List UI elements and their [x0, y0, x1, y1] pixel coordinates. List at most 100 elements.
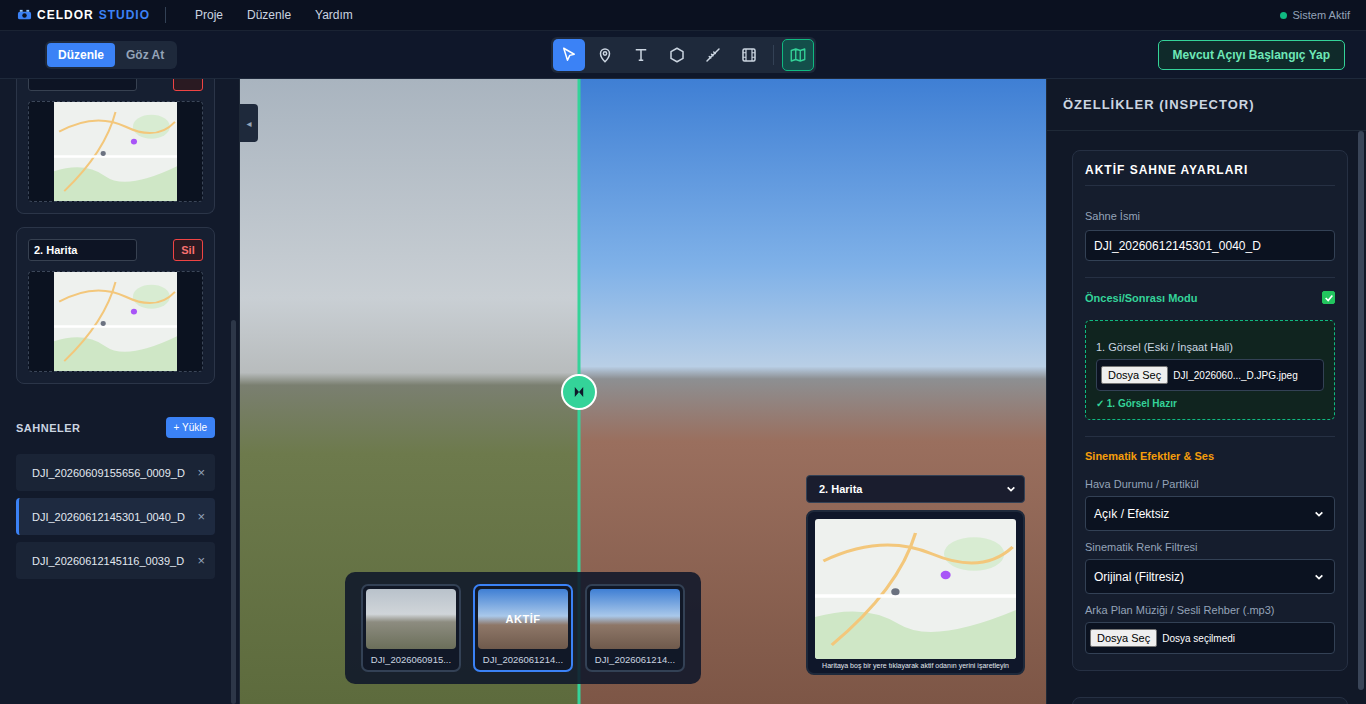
pin-icon — [596, 46, 614, 64]
menu-item[interactable]: Proje — [195, 8, 223, 22]
weather-select[interactable]: Açık / Efektsiz — [1085, 496, 1335, 531]
chevron-down-icon — [1314, 572, 1324, 582]
file-name: Dosya seçilmedi — [1162, 633, 1235, 644]
collapse-sidebar-button[interactable]: ◂ — [240, 104, 258, 142]
inspector-header: ÖZELLİKLER (INSPECTOR) — [1047, 79, 1366, 131]
field-label: Sinematik Renk Filtresi — [1085, 541, 1335, 554]
hexagon-icon — [668, 46, 686, 64]
left-sidebar: 2. Harita Sil SAHNELER + Yükle DJI_202606091… — [0, 79, 240, 704]
status-text: Sistem Aktif — [1293, 9, 1350, 21]
scenes-title: SAHNELER — [16, 422, 81, 434]
compare-mode-label: Öncesi/Sonrası Modu — [1085, 292, 1197, 304]
chevron-down-icon — [1314, 509, 1324, 519]
file-name: DJI_2026060..._D.JPG.jpeg — [1173, 370, 1298, 381]
drone-logo-icon — [17, 8, 32, 23]
mode-button[interactable]: Düzenle — [47, 43, 115, 67]
toolbar: DüzenleGöz At Mevcut Açıyı Başlangıç Yap — [0, 31, 1366, 79]
delete-map-button[interactable] — [173, 79, 203, 91]
choose-file-button[interactable]: Dosya Seç — [1101, 366, 1168, 384]
scene-list: DJI_20260609155656_0009_D×DJI_2026061214… — [16, 454, 215, 579]
map-image — [54, 272, 177, 371]
before-image-box: 1. Görsel (Eski / İnşaat Hali)Dosya SeçD… — [1085, 320, 1335, 420]
thumbnail-label: DJI_2026061214... — [595, 654, 675, 667]
scene-name-input[interactable]: DJI_20260612145301_0040_D — [1085, 230, 1335, 261]
compare-handle[interactable] — [561, 374, 597, 410]
tool-button[interactable] — [553, 39, 585, 71]
compare-mode-checkbox[interactable] — [1322, 291, 1335, 304]
select-value: Orijinal (Filtresiz) — [1094, 570, 1184, 584]
field-label: Hava Durumu / Partikül — [1085, 478, 1335, 491]
tool-button[interactable] — [733, 39, 765, 71]
film-icon — [740, 46, 758, 64]
map-select-value: 2. Harita — [819, 483, 862, 495]
scrollbar[interactable] — [1356, 131, 1366, 704]
scene-item[interactable]: DJI_20260612145116_0039_D × — [16, 542, 215, 579]
brand-name: CELDOR — [37, 8, 94, 22]
map-thumbnail[interactable] — [28, 101, 203, 202]
thumbnail-label: DJI_2026061214... — [483, 654, 563, 667]
scene-thumbnail[interactable]: DJI_2026061214... — [585, 584, 685, 672]
top-bar: CELDORSTUDIO Proje Düzenle Yardım Sistem Akt… — [0, 0, 1366, 31]
music-file-input[interactable]: Dosya Seç Dosya seçilmedi — [1085, 622, 1335, 654]
compare-viewer[interactable]: ◂ DJI_2026060915... AKTİF DJI_2026061214...… — [240, 79, 1046, 704]
remove-scene-button[interactable]: × — [197, 509, 205, 524]
map-image — [815, 519, 1016, 659]
scene-name: DJI_20260609155656_0009_D — [32, 467, 185, 479]
active-badge: AKTİF — [506, 613, 541, 625]
set-start-view-button[interactable]: Mevcut Açıyı Başlangıç Yap — [1158, 40, 1345, 70]
mode-switch: DüzenleGöz At — [45, 41, 177, 69]
drag-arrows-icon — [572, 385, 586, 399]
compare-mode-row[interactable]: Öncesi/Sonrası Modu — [1085, 291, 1335, 304]
before-image-file-input[interactable]: Dosya Seç DJI_2026060..._D.JPG.jpeg — [1096, 359, 1324, 391]
thumbnail-image — [590, 589, 680, 649]
inspector-panel: ÖZELLİKLER (INSPECTOR) AKTİF SAHNE AYARLA… — [1046, 79, 1366, 704]
scene-thumbnail[interactable]: DJI_2026060915... — [361, 584, 461, 672]
map-hint: Haritaya boş bir yere tıklayarak aktif o… — [815, 662, 1016, 670]
scene-thumbnail[interactable]: AKTİF DJI_2026061214... — [473, 584, 573, 672]
menu-item[interactable]: Düzenle — [247, 8, 291, 22]
scene-name: DJI_20260612145116_0039_D — [32, 555, 184, 567]
tool-button[interactable] — [625, 39, 657, 71]
map-name-input[interactable] — [28, 79, 137, 91]
scene-name: DJI_20260612145301_0040_D — [32, 511, 185, 523]
effects-title: Sinematik Efektler & Ses — [1085, 450, 1335, 462]
status-dot — [1280, 12, 1287, 19]
tool-group — [551, 37, 816, 73]
text-tool-icon — [632, 46, 650, 64]
delete-map-button[interactable]: Sil — [173, 239, 203, 261]
map-select[interactable]: 2. Harita — [806, 475, 1025, 503]
map-image — [54, 102, 177, 201]
map-toggle-button[interactable] — [782, 39, 814, 71]
mini-map[interactable]: Haritaya boş bir yere tıklayarak aktif o… — [806, 510, 1025, 675]
scene-item[interactable]: DJI_20260612145301_0040_D × — [16, 498, 215, 535]
next-card — [1072, 697, 1348, 704]
brand-logo[interactable]: CELDORSTUDIO — [17, 8, 150, 23]
upload-button[interactable]: + Yükle — [166, 417, 215, 438]
scrollbar[interactable] — [231, 79, 239, 704]
tool-button[interactable] — [589, 39, 621, 71]
choose-file-button[interactable]: Dosya Seç — [1090, 629, 1157, 647]
remove-scene-button[interactable]: × — [197, 553, 205, 568]
map-name-input[interactable]: 2. Harita — [28, 239, 137, 261]
separator — [773, 45, 774, 65]
field-label: 1. Görsel (Eski / İnşaat Hali) — [1096, 341, 1324, 354]
pointer-icon — [560, 46, 578, 64]
tool-button[interactable] — [697, 39, 729, 71]
map-panel: 2. Harita Haritaya boş bir yere tıklayara… — [806, 475, 1025, 675]
scene-settings-card: AKTİF SAHNE AYARLARISahne İsmiDJI_202606… — [1072, 150, 1348, 671]
field-label: Arka Plan Müziği / Sesli Rehber (.mp3) — [1085, 604, 1335, 617]
remove-scene-button[interactable]: × — [197, 465, 205, 480]
map-thumbnail[interactable] — [28, 271, 203, 372]
scene-item[interactable]: DJI_20260609155656_0009_D × — [16, 454, 215, 491]
separator — [165, 7, 166, 23]
menu-item[interactable]: Yardım — [315, 8, 353, 22]
select-value: Açık / Efektsiz — [1094, 507, 1169, 521]
thumbnail-image: AKTİF — [478, 589, 568, 649]
mode-button[interactable]: Göz At — [115, 43, 175, 67]
scenes-header: SAHNELER + Yükle — [16, 417, 215, 438]
color-filter-select[interactable]: Orijinal (Filtresiz) — [1085, 559, 1335, 594]
field-label: Sahne İsmi — [1085, 210, 1335, 223]
studio-app: CELDORSTUDIO Proje Düzenle Yardım Sistem Akt… — [0, 0, 1366, 704]
scene-thumbnail-strip: DJI_2026060915... AKTİF DJI_2026061214... D… — [345, 572, 701, 684]
tool-button[interactable] — [661, 39, 693, 71]
